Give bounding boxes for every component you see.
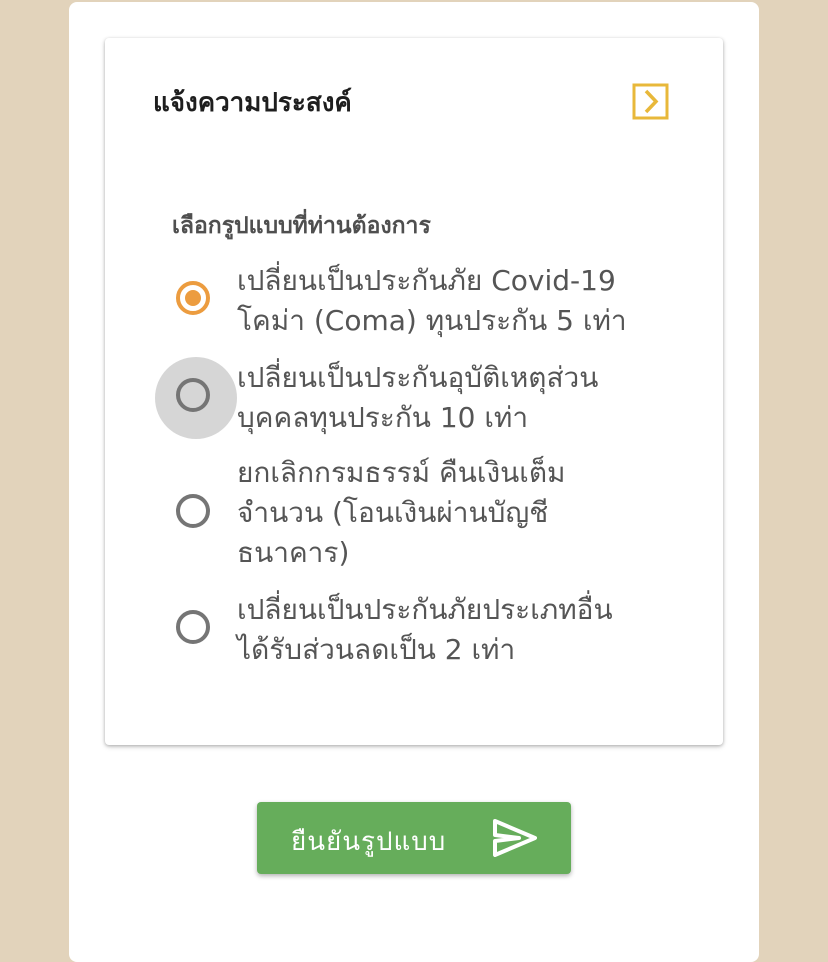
radio-halo xyxy=(155,589,237,671)
option-covid-coma[interactable]: เปลี่ยนเป็นประกันภัย Covid-19 โคม่า (Com… xyxy=(155,263,715,343)
option-text-line: บุคคลทุนประกัน 10 เท่า xyxy=(237,401,529,434)
confirm-button-label: ยืนยันรูปแบบ xyxy=(291,827,447,857)
send-icon xyxy=(493,819,537,857)
option-text-line: ธนาคาร) xyxy=(237,536,350,569)
radio-halo-focused xyxy=(155,357,237,439)
option-text-line: เปลี่ยนเป็นประกันอุบัติเหตุส่วน xyxy=(237,361,599,394)
option-cancel-refund[interactable]: ยกเลิกกรมธรรม์ คืนเงินเต็ม จำนวน (โอนเงิ… xyxy=(155,453,715,573)
option-personal-accident[interactable]: เปลี่ยนเป็นประกันอุบัติเหตุส่วน บุคคลทุน… xyxy=(155,357,715,439)
chevron-right-box-icon[interactable] xyxy=(632,83,669,120)
option-text-line: จำนวน (โอนเงินผ่านบัญชี xyxy=(237,496,549,529)
option-text-line: โคม่า (Coma) ทุนประกัน 5 เท่า xyxy=(237,304,627,337)
preference-card: แจ้งความประสงค์ เลือกรูปแบบที่ท่านต้องกา… xyxy=(105,38,723,745)
confirm-button[interactable]: ยืนยันรูปแบบ xyxy=(257,802,571,874)
option-text-line: ได้รับส่วนลดเป็น 2 เท่า xyxy=(237,633,516,666)
radio-button[interactable] xyxy=(176,378,210,412)
radio-halo xyxy=(155,473,237,555)
card-title: แจ้งความประสงค์ xyxy=(153,88,352,118)
option-other-insurance[interactable]: เปลี่ยนเป็นประกันภัยประเภทอื่น ได้รับส่ว… xyxy=(155,590,715,670)
radio-halo xyxy=(155,260,237,342)
option-text-line: เปลี่ยนเป็นประกันภัยประเภทอื่น xyxy=(237,593,613,626)
radio-button-selected[interactable] xyxy=(176,281,210,315)
radio-button[interactable] xyxy=(176,494,210,528)
radio-dot xyxy=(185,290,201,306)
option-text-line: ยกเลิกกรมธรรม์ คืนเงินเต็ม xyxy=(237,456,566,489)
question-label: เลือกรูปแบบที่ท่านต้องการ xyxy=(172,213,431,239)
option-text-line: เปลี่ยนเป็นประกันภัย Covid-19 xyxy=(237,264,616,297)
radio-button[interactable] xyxy=(176,610,210,644)
